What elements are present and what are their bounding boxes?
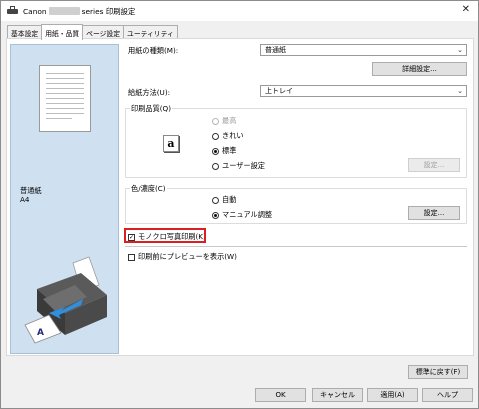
radio-icon: [212, 132, 219, 140]
color-intensity-label: 色/濃度(C): [130, 184, 167, 194]
media-details-button[interactable]: 詳細設定...: [372, 62, 467, 76]
quality-option-label: きれい: [222, 131, 244, 140]
quality-settings-button[interactable]: 設定...: [408, 158, 460, 172]
radio-icon: [212, 196, 219, 204]
color-option-auto[interactable]: 自動: [212, 195, 236, 205]
preview-before-print-label: 印刷前にプレビューを表示(W): [138, 252, 237, 261]
printer-app-icon: [7, 6, 18, 16]
restore-defaults-button[interactable]: 標準に戻す(F): [408, 365, 468, 379]
apply-button[interactable]: 適用(A): [367, 388, 418, 402]
printer-illustration: A: [24, 256, 107, 344]
quality-option-standard[interactable]: 標準: [212, 146, 236, 156]
tab-utility[interactable]: ユーティリティ: [123, 25, 178, 39]
color-option-label: 自動: [222, 195, 237, 204]
quality-option-custom[interactable]: ユーザー設定: [212, 161, 265, 171]
preview-paper-size: A4: [20, 195, 30, 204]
print-settings-window: Canon series 印刷設定 ✕ 基本設定 用紙・品質 ページ設定 ユーテ…: [0, 0, 479, 409]
title-suffix: series 印刷設定: [81, 6, 136, 16]
radio-selected-icon: [212, 211, 219, 219]
tab-media-quality[interactable]: 用紙・品質: [41, 24, 84, 40]
checkbox-icon: [128, 253, 135, 261]
separator: [125, 246, 467, 247]
highlight-box: [124, 228, 206, 243]
paper-source-label: 給紙方法(U):: [128, 88, 171, 97]
settings-preview-panel: 普通紙 A4 A: [10, 44, 119, 354]
tab-basic-settings[interactable]: 基本設定: [7, 25, 43, 39]
radio-selected-icon: [212, 147, 219, 155]
radio-icon: [212, 162, 219, 170]
preview-paper-info: 普通紙 A4: [20, 186, 42, 204]
svg-text:A: A: [37, 328, 44, 338]
title-prefix: Canon: [23, 6, 47, 16]
print-quality-label: 印刷品質(Q): [130, 104, 173, 114]
color-settings-button[interactable]: 設定...: [408, 206, 460, 220]
window-title: Canon series 印刷設定: [23, 6, 135, 17]
title-bar: Canon series 印刷設定 ✕: [1, 1, 478, 21]
media-type-select[interactable]: 普通紙 ⌄: [260, 44, 467, 56]
redacted-model-name: [48, 7, 80, 15]
preview-before-print-checkbox[interactable]: 印刷前にプレビューを表示(W): [128, 252, 237, 262]
paper-source-value: 上トレイ: [265, 87, 293, 95]
close-icon[interactable]: ✕: [462, 5, 470, 15]
page-preview-thumbnail: [39, 65, 91, 132]
preview-paper-type: 普通紙: [20, 186, 42, 195]
tab-bar: 基本設定 用紙・品質 ページ設定 ユーティリティ: [7, 24, 178, 40]
help-button[interactable]: ヘルプ: [422, 388, 473, 402]
media-type-value: 普通紙: [265, 46, 286, 54]
cancel-button[interactable]: キャンセル: [312, 388, 363, 402]
quality-option-label: 最高: [222, 116, 237, 125]
tab-page-setup[interactable]: ページ設定: [82, 25, 125, 39]
color-option-label: マニュアル調整: [222, 210, 273, 219]
media-type-label: 用紙の種類(M):: [128, 46, 179, 55]
color-option-manual[interactable]: マニュアル調整: [212, 210, 272, 220]
quality-option-highest[interactable]: 最高: [212, 116, 236, 126]
quality-sample-icon: a: [163, 135, 179, 152]
chevron-down-icon: ⌄: [457, 46, 463, 54]
quality-option-high[interactable]: きれい: [212, 131, 244, 141]
ok-button[interactable]: OK: [255, 388, 306, 402]
radio-icon: [212, 117, 219, 125]
chevron-down-icon: ⌄: [457, 87, 463, 95]
quality-option-label: 標準: [222, 146, 237, 155]
quality-option-label: ユーザー設定: [222, 161, 265, 170]
paper-source-select[interactable]: 上トレイ ⌄: [260, 85, 467, 97]
